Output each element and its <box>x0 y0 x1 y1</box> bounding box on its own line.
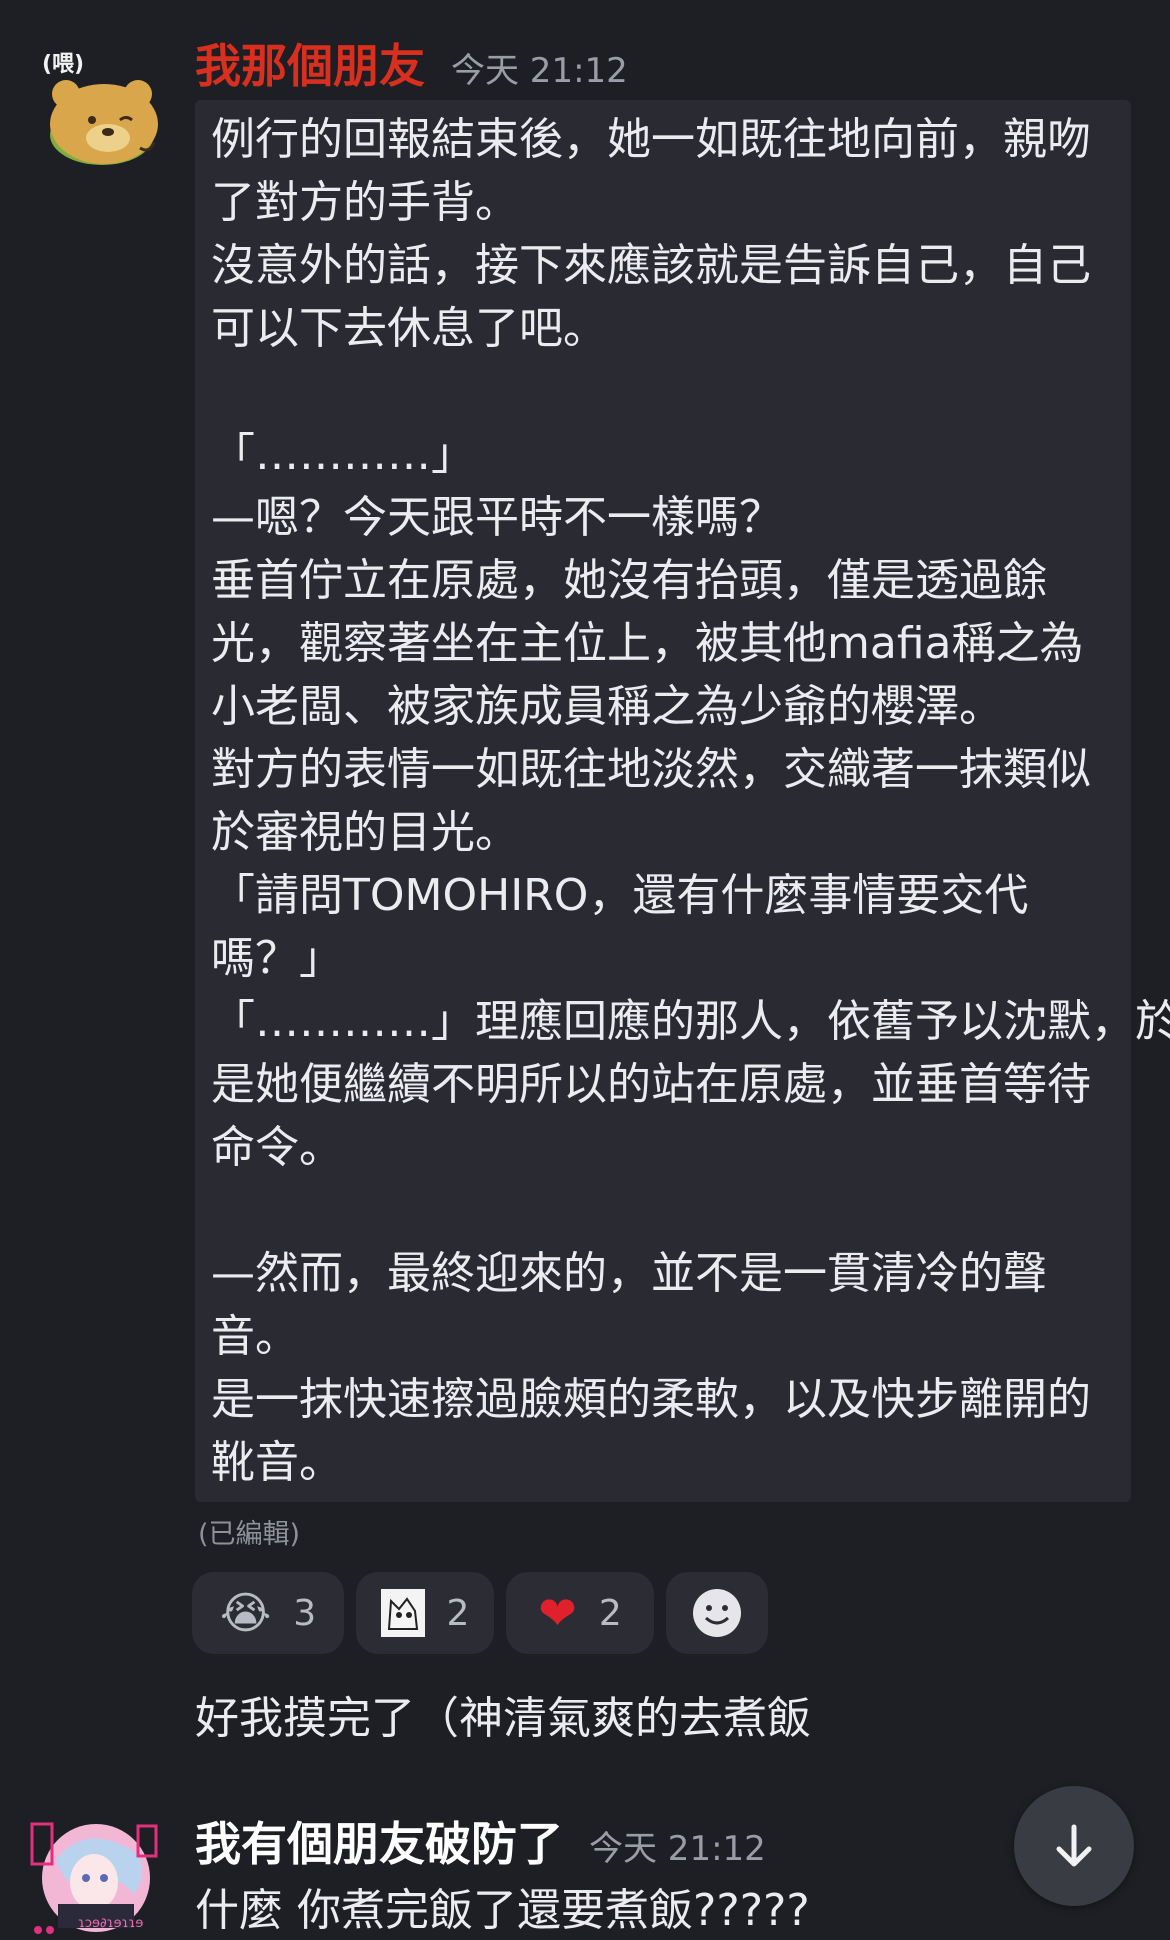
reaction-sticker[interactable]: 2 <box>356 1572 494 1654</box>
crying-face-icon: 😭 <box>219 1587 272 1639</box>
quote-line: —嗯？今天跟平時不一樣嗎？ <box>211 492 783 543</box>
arrow-down-icon <box>1056 1824 1092 1867</box>
quote-line: 小老闆、被家族成員稱之為少爺的櫻澤。 <box>211 681 1003 732</box>
reaction-crying[interactable]: 😭 3 <box>192 1572 344 1654</box>
avatar[interactable]: ɿɔɘ∂ɿɘɿɿɘ <box>28 1812 160 1940</box>
scroll-to-bottom-button[interactable] <box>1014 1786 1134 1906</box>
quote-line: 音。 <box>211 1311 299 1362</box>
quote-line: 「請問TOMOHIRO，還有什麼事情要交代 <box>211 870 1029 921</box>
reaction-count: 3 <box>293 1592 317 1634</box>
message-body: 例行的回報結束後，她一如既往地向前，親吻 了對方的手背。 沒意外的話，接下來應該… <box>195 100 1170 1502</box>
message-text: 什麼 你煮完飯了還要煮飯????? <box>195 1885 810 1936</box>
quote-line: 於審視的目光。 <box>211 807 519 858</box>
quote-line: 「…………」理應回應的那人，依舊予以沈默，於 <box>211 996 1170 1047</box>
message-header: 我有個朋友破防了 今天 21:12 <box>195 1808 766 1874</box>
avatar-caption: ɿɔɘ∂ɿɘɿɿɘ <box>78 1916 144 1931</box>
quote-line: 嗎？」 <box>211 933 343 984</box>
quote-line: 命令。 <box>211 1122 343 1173</box>
timestamp: 今天 21:12 <box>589 1829 766 1869</box>
avatar-caption: (喂) <box>42 52 85 77</box>
reaction-heart[interactable]: ❤ 2 <box>506 1572 654 1654</box>
quote-line: 可以下去休息了吧。 <box>211 303 607 354</box>
add-reaction-button[interactable] <box>666 1572 768 1654</box>
avatar[interactable]: (喂) <box>40 50 166 176</box>
reaction-count: 2 <box>598 1592 622 1634</box>
add-reaction-icon <box>693 1589 741 1637</box>
message-header: 我那個朋友 今天 21:12 <box>195 30 628 96</box>
quote-line <box>211 1179 1115 1242</box>
custom-sticker-icon <box>380 1589 425 1637</box>
quote-line: 了對方的手背。 <box>211 177 519 228</box>
quote-line: 沒意外的話，接下來應該就是告訴自己，自己 <box>211 240 1091 291</box>
author-name[interactable]: 我有個朋友破防了 <box>195 1808 563 1874</box>
red-heart-icon: ❤ <box>538 1586 577 1640</box>
message-text: 好我摸完了（神清氣爽的去煮飯 <box>195 1693 811 1744</box>
reaction-bar: 😭 3 2 ❤ 2 <box>192 1572 768 1654</box>
reaction-count: 2 <box>446 1592 470 1634</box>
quote-line: 光，觀察著坐在主位上，被其他mafia稱之為 <box>211 618 1084 669</box>
quote-line: 靴音。 <box>211 1437 343 1488</box>
quote-line: 例行的回報結束後，她一如既往地向前，親吻 <box>211 114 1091 165</box>
quote-line: 「…………」 <box>211 429 475 480</box>
quote-line: 垂首佇立在原處，她沒有抬頭，僅是透過餘 <box>211 555 1047 606</box>
quote-line: 是一抹快速擦過臉頰的柔軟，以及快步離開的 <box>211 1374 1091 1425</box>
quote-line: 是她便繼續不明所以的站在原處，並垂首等待 <box>211 1059 1091 1110</box>
timestamp: 今天 21:12 <box>451 51 628 91</box>
quote-line <box>211 360 1115 423</box>
quote-line: 對方的表情一如既往地淡然，交織著一抹類似 <box>211 744 1091 795</box>
quote-line: —然而，最終迎來的，並不是一貫清冷的聲 <box>211 1248 1047 1299</box>
edited-label: (已編輯) <box>198 1519 301 1550</box>
author-name[interactable]: 我那個朋友 <box>195 30 425 96</box>
